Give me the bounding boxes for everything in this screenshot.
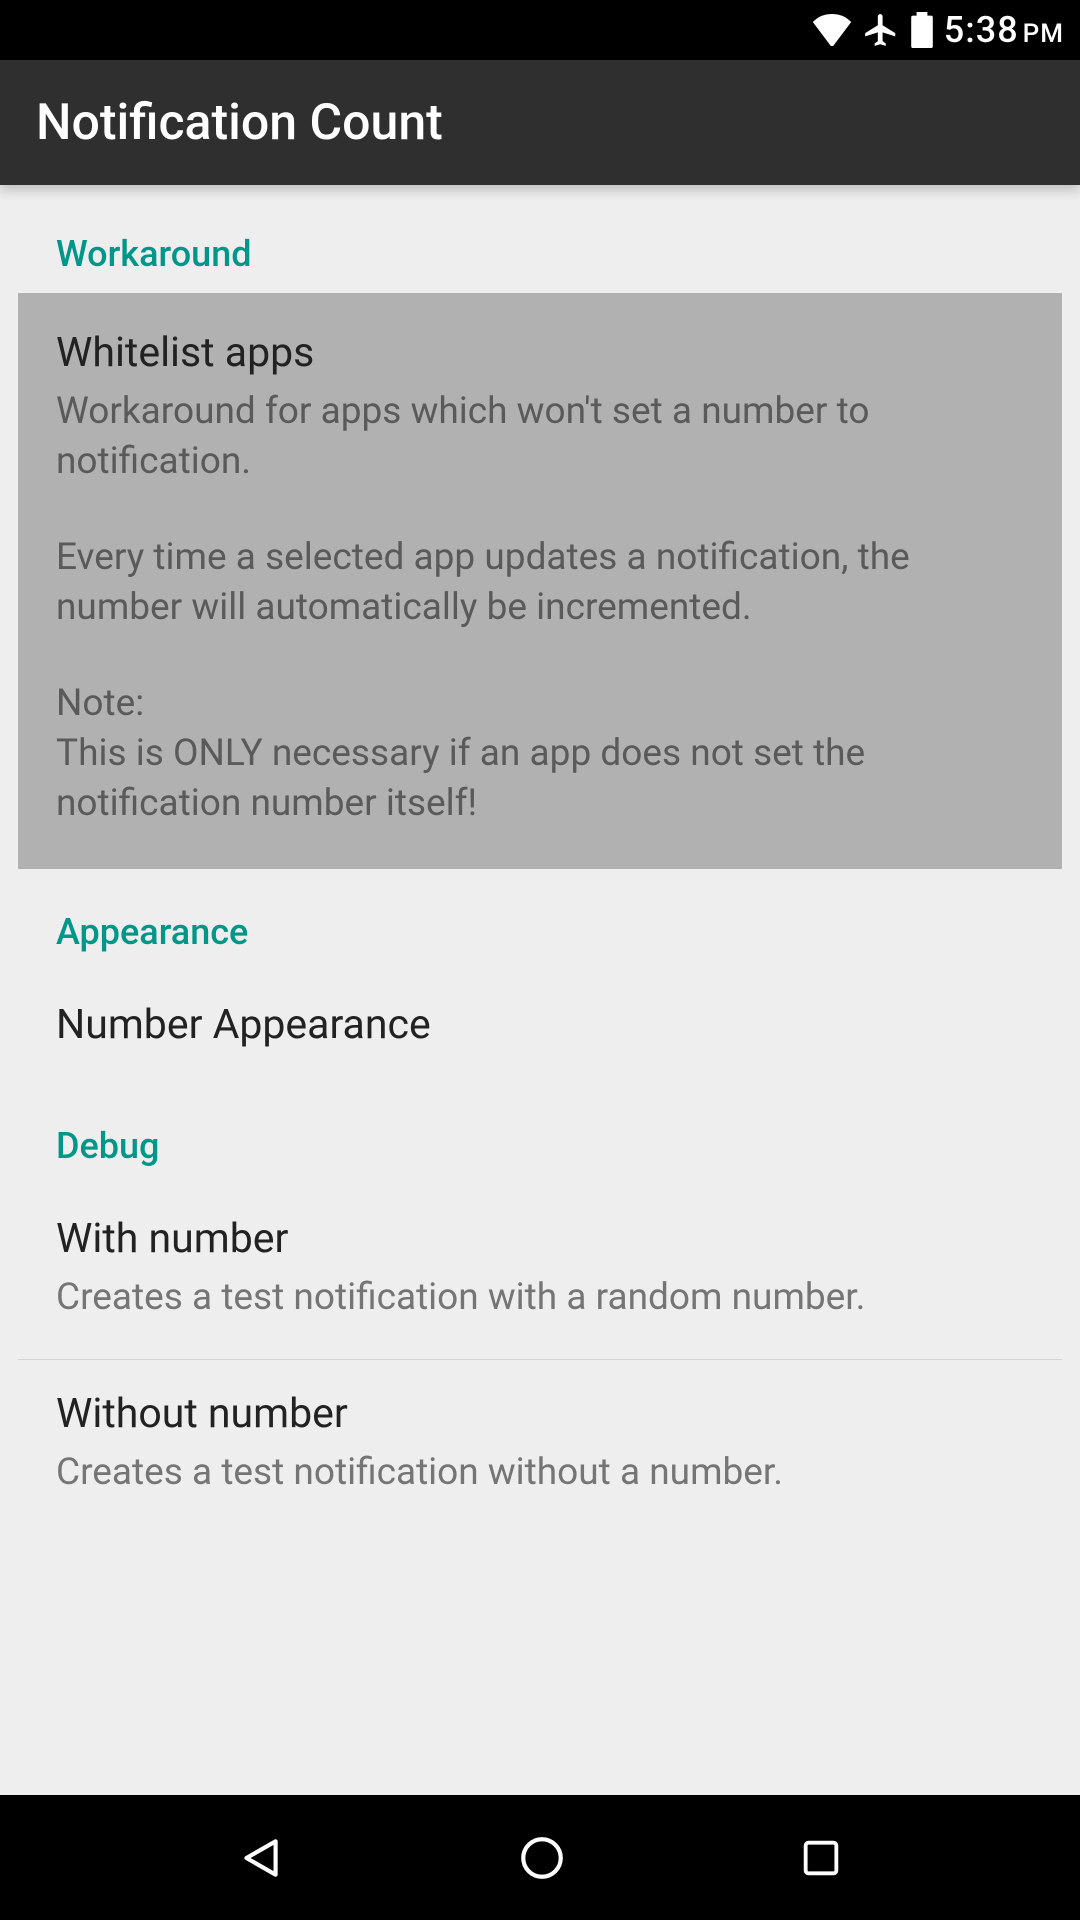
action-bar: Notification Count <box>0 60 1080 185</box>
status-time-value: 5:38 <box>944 9 1019 51</box>
status-bar: 5:38PM <box>0 0 1080 60</box>
settings-content: Workaround Whitelist apps Workaround for… <box>0 185 1080 1533</box>
whitelist-apps-item[interactable]: Whitelist apps Workaround for apps which… <box>18 293 1062 869</box>
wifi-icon <box>812 14 852 46</box>
status-time-ampm: PM <box>1023 19 1064 49</box>
whitelist-apps-subtitle: Workaround for apps which won't set a nu… <box>56 387 1024 829</box>
back-icon[interactable] <box>236 1833 286 1883</box>
section-header-appearance: Appearance <box>0 869 1080 971</box>
status-icons: 5:38PM <box>812 9 1064 51</box>
debug-with-number-item[interactable]: With number Creates a test notification … <box>0 1185 1080 1359</box>
debug-with-number-subtitle: Creates a test notification with a rando… <box>56 1273 1024 1323</box>
whitelist-p3: Note:This is ONLY necessary if an app do… <box>56 679 1024 829</box>
battery-icon <box>910 12 934 48</box>
section-header-debug: Debug <box>0 1095 1080 1185</box>
number-appearance-item[interactable]: Number Appearance <box>0 971 1080 1095</box>
page-title: Notification Count <box>36 94 443 152</box>
whitelist-apps-title: Whitelist apps <box>56 329 1024 377</box>
number-appearance-title: Number Appearance <box>56 1001 1024 1049</box>
debug-with-number-title: With number <box>56 1215 1024 1263</box>
debug-without-number-item[interactable]: Without number Creates a test notificati… <box>0 1360 1080 1534</box>
debug-without-number-title: Without number <box>56 1390 1024 1438</box>
section-header-workaround: Workaround <box>0 215 1080 293</box>
navigation-bar <box>0 1795 1080 1920</box>
recents-icon[interactable] <box>798 1835 844 1881</box>
home-icon[interactable] <box>517 1833 567 1883</box>
status-time: 5:38PM <box>944 9 1064 51</box>
whitelist-p1: Workaround for apps which won't set a nu… <box>56 387 1024 487</box>
debug-without-number-subtitle: Creates a test notification without a nu… <box>56 1448 1024 1498</box>
whitelist-p2: Every time a selected app updates a noti… <box>56 533 1024 633</box>
airplane-icon <box>862 11 900 49</box>
